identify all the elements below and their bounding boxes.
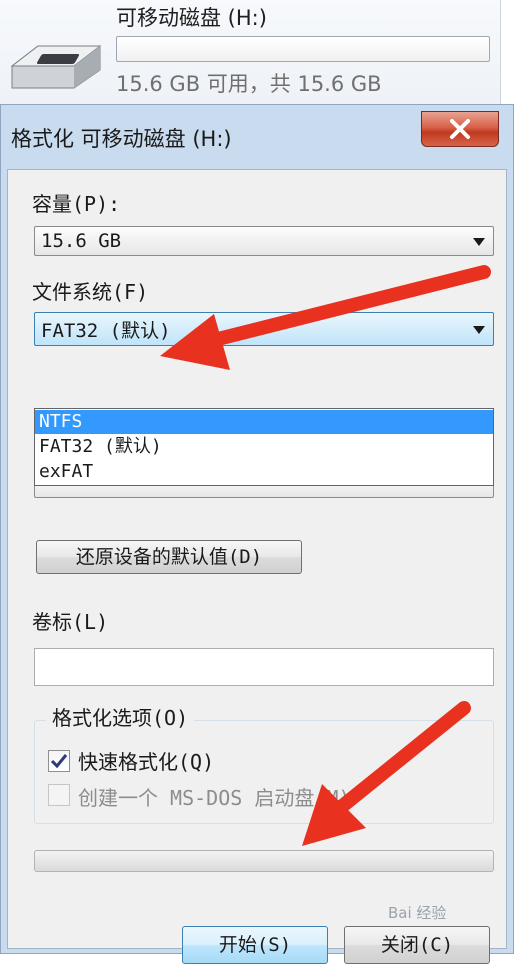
drive-tile[interactable]: 可移动磁盘 (H:) 15.6 GB 可用，共 15.6 GB — [0, 0, 501, 105]
quick-format-checkbox[interactable] — [48, 750, 70, 772]
format-options-title: 格式化选项(O) — [46, 702, 195, 731]
filesystem-option-exfat[interactable]: exFAT — [35, 460, 493, 484]
close-icon — [450, 119, 470, 139]
msdos-boot-checkbox[interactable] — [48, 784, 70, 806]
checkmark-icon — [50, 754, 68, 769]
watermark: Bai 经验 — [388, 904, 447, 922]
filesystem-select[interactable]: FAT32 (默认) — [34, 312, 494, 346]
window-close-button[interactable] — [421, 111, 499, 147]
chevron-down-icon — [473, 238, 485, 246]
msdos-boot-label: 创建一个 MS-DOS 启动盘(M) — [78, 786, 351, 810]
volume-label-input[interactable] — [34, 648, 494, 686]
capacity-value: 15.6 GB — [41, 230, 122, 252]
quick-format-label: 快速格式化(Q) — [78, 750, 215, 774]
restore-defaults-button[interactable]: 还原设备的默认值(D) — [36, 540, 302, 574]
filesystem-option-fat32[interactable]: FAT32 (默认) — [35, 435, 493, 459]
filesystem-option-ntfs[interactable]: NTFS — [35, 410, 493, 434]
drive-free-space: 15.6 GB 可用，共 15.6 GB — [116, 72, 382, 96]
volume-label-label: 卷标(L) — [32, 610, 109, 634]
filesystem-dropdown-list: NTFS FAT32 (默认) exFAT — [34, 408, 494, 486]
format-progress-bar — [34, 850, 494, 872]
usb-drive-icon — [10, 45, 102, 89]
capacity-label: 容量(P): — [32, 192, 121, 216]
filesystem-value: FAT32 (默认) — [41, 320, 171, 342]
drive-name: 可移动磁盘 (H:) — [116, 6, 267, 30]
chevron-down-icon — [473, 326, 485, 334]
dialog-title: 格式化 可移动磁盘 (H:) — [11, 127, 232, 151]
filesystem-label: 文件系统(F) — [32, 280, 149, 304]
capacity-select[interactable]: 15.6 GB — [34, 226, 494, 256]
start-button[interactable]: 开始(S) — [182, 926, 328, 964]
close-button[interactable]: 关闭(C) — [344, 926, 490, 964]
drive-usage-bar — [116, 36, 490, 62]
dialog-body: 容量(P): 15.6 GB 文件系统(F) FAT32 (默认) NTFS F… — [7, 169, 507, 964]
format-dialog: 格式化 可移动磁盘 (H:) 容量(P): 15.6 GB 文件系统(F) FA… — [0, 104, 514, 964]
